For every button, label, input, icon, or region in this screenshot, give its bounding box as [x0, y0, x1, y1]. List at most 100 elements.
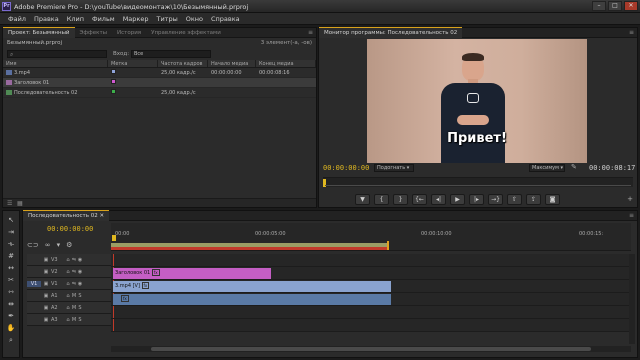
panel-menu-icon[interactable]: ≡ — [629, 211, 634, 221]
list-item[interactable]: 3.mp4 25,00 кадр./с 00:00:00:00 00:00:08… — [3, 68, 316, 78]
video-frame[interactable]: Привет! — [367, 39, 587, 163]
close-button[interactable]: ✕ — [624, 1, 638, 11]
timeline-current-timecode[interactable]: 00:00:00:00 — [47, 225, 93, 233]
mark-in-button[interactable]: { — [374, 194, 389, 205]
panel-menu-icon[interactable]: ≡ — [629, 28, 634, 38]
solo-button[interactable]: S — [77, 305, 83, 311]
snap-icon[interactable]: ⊂⊃ — [27, 241, 39, 249]
list-item[interactable]: Заголовок 01 — [3, 78, 316, 88]
eye-icon[interactable]: ◉ — [77, 269, 83, 275]
go-to-in-button[interactable]: {← — [412, 194, 427, 205]
wrench-icon[interactable]: ✎ — [571, 163, 577, 171]
column-label[interactable]: Метка — [108, 60, 158, 67]
hand-icon[interactable]: ✋ — [6, 323, 16, 333]
tab-effects[interactable]: Эффекты — [75, 28, 113, 38]
label-swatch[interactable] — [111, 89, 116, 94]
menu-marker[interactable]: Маркер — [119, 13, 153, 24]
program-current-timecode[interactable]: 00:00:00:00 — [323, 164, 369, 172]
track-toggle-icon[interactable]: ▣ — [41, 317, 51, 323]
source-patch[interactable]: V1 — [27, 280, 41, 287]
menu-sequence[interactable]: Фильм — [88, 13, 119, 24]
slide-icon[interactable]: ⇹ — [6, 299, 16, 309]
scrollbar-thumb[interactable] — [151, 347, 591, 351]
button-editor-icon[interactable]: + — [627, 195, 633, 203]
track-id: V1 — [51, 280, 58, 287]
solo-button[interactable]: S — [77, 317, 83, 323]
column-media-start[interactable]: Начало медиа — [208, 60, 256, 67]
fit-select[interactable]: Подогнать ▾ — [374, 164, 414, 172]
step-back-button[interactable]: ◂| — [431, 194, 446, 205]
list-view-icon[interactable]: ☰ — [7, 200, 12, 207]
track-header-a2[interactable]: ▣ A2 ⌂ M S — [27, 302, 111, 314]
menu-window[interactable]: Окно — [182, 13, 207, 24]
ripple-icon[interactable]: ⟛ — [6, 239, 16, 249]
panel-menu-icon[interactable]: ≡ — [308, 28, 313, 38]
menu-help[interactable]: Справка — [207, 13, 244, 24]
track-toggle-icon[interactable]: ▣ — [41, 281, 51, 287]
lift-button[interactable]: ⇧ — [507, 194, 522, 205]
tracks-area[interactable]: Заголовок 01 fx 3.mp4 [V] fx fx — [111, 254, 631, 332]
slip-icon[interactable]: ⇿ — [6, 287, 16, 297]
track-toggle-icon[interactable]: ▣ — [41, 269, 51, 275]
rolling-icon[interactable]: # — [6, 251, 16, 261]
play-button[interactable]: ▶ — [450, 194, 465, 205]
menu-edit[interactable]: Правка — [30, 13, 63, 24]
selection-icon[interactable]: ↖ — [6, 215, 16, 225]
eye-icon[interactable]: ◉ — [77, 257, 83, 263]
tab-effect-controls[interactable]: Управление эффектами — [146, 28, 226, 38]
add-marker-icon[interactable]: ▾ — [57, 241, 61, 249]
track-toggle-icon[interactable]: ▣ — [41, 305, 51, 311]
timeline-scrollbar[interactable] — [111, 346, 631, 352]
track-select-icon[interactable]: ⇥ — [6, 227, 16, 237]
time-ruler[interactable]: 00:00 00:00:05:00 00:00:10:00 00:00:15: — [111, 223, 631, 251]
input-filter-select[interactable]: Все — [131, 50, 211, 58]
track-toggle-icon[interactable]: ▣ — [41, 257, 51, 263]
track-toggle-icon[interactable]: ▣ — [41, 293, 51, 299]
work-area-end-handle[interactable] — [387, 241, 389, 250]
playhead-icon[interactable] — [112, 235, 116, 241]
linked-selection-icon[interactable]: ∞ — [45, 241, 51, 249]
razor-icon[interactable]: ✂ — [6, 275, 16, 285]
column-frame-rate[interactable]: Частота кадров — [158, 60, 208, 67]
vertical-scrollbar[interactable] — [629, 254, 635, 344]
menu-title[interactable]: Титры — [152, 13, 181, 24]
track-divider — [111, 331, 631, 332]
project-search-input[interactable]: ⌕ — [7, 50, 107, 58]
clip-v2[interactable]: Заголовок 01 fx — [113, 268, 271, 279]
go-to-out-button[interactable]: →} — [488, 194, 503, 205]
track-header-a1[interactable]: ▣ A1 ⌂ M S — [27, 290, 111, 302]
track-header-v1[interactable]: V1 ▣ V1 ⌂ ⇋ ◉ — [27, 278, 111, 290]
track-header-a3[interactable]: ▣ A3 ⌂ M S — [27, 314, 111, 326]
column-name[interactable]: Имя — [3, 60, 108, 67]
zoom-icon[interactable]: ⌕ — [6, 335, 16, 345]
list-item[interactable]: Последовательность 02 25,00 кадр./с — [3, 88, 316, 98]
mark-out-button[interactable]: } — [393, 194, 408, 205]
tab-program-monitor[interactable]: Монитор программы: Последовательность 02 — [319, 27, 463, 38]
extract-button[interactable]: ⇪ — [526, 194, 541, 205]
pen-icon[interactable]: ✒ — [6, 311, 16, 321]
solo-button[interactable]: S — [77, 293, 83, 299]
eye-icon[interactable]: ◉ — [77, 281, 83, 287]
rate-stretch-icon[interactable]: ↔ — [6, 263, 16, 273]
track-header-v3[interactable]: ▣ V3 ⌂ ⇋ ◉ — [27, 254, 111, 266]
tab-project[interactable]: Проект: Безымянный — [3, 27, 75, 38]
clip-v1[interactable]: 3.mp4 [V] fx — [113, 281, 391, 292]
maximize-button[interactable]: □ — [608, 1, 622, 11]
program-scrubber[interactable] — [323, 177, 633, 187]
tab-history[interactable]: История — [112, 28, 146, 38]
quality-select[interactable]: Максимум ▾ — [529, 164, 565, 172]
minimize-button[interactable]: – — [592, 1, 606, 11]
icon-view-icon[interactable]: ▦ — [17, 200, 23, 207]
timeline-settings-icon[interactable]: ⚙ — [66, 241, 72, 249]
menu-clip[interactable]: Клип — [63, 13, 88, 24]
label-swatch[interactable] — [111, 79, 116, 84]
menu-file[interactable]: Файл — [4, 13, 30, 24]
add-marker-button[interactable]: ▼ — [355, 194, 370, 205]
export-frame-button[interactable]: ◙ — [545, 194, 560, 205]
audio-clip-a1[interactable]: fx — [113, 294, 391, 305]
column-media-end[interactable]: Конец медиа — [256, 60, 316, 67]
label-swatch[interactable] — [111, 69, 116, 74]
track-header-v2[interactable]: ▣ V2 ⌂ ⇋ ◉ — [27, 266, 111, 278]
tab-sequence[interactable]: Последовательность 02 ✕ — [23, 210, 110, 221]
step-forward-button[interactable]: |▸ — [469, 194, 484, 205]
